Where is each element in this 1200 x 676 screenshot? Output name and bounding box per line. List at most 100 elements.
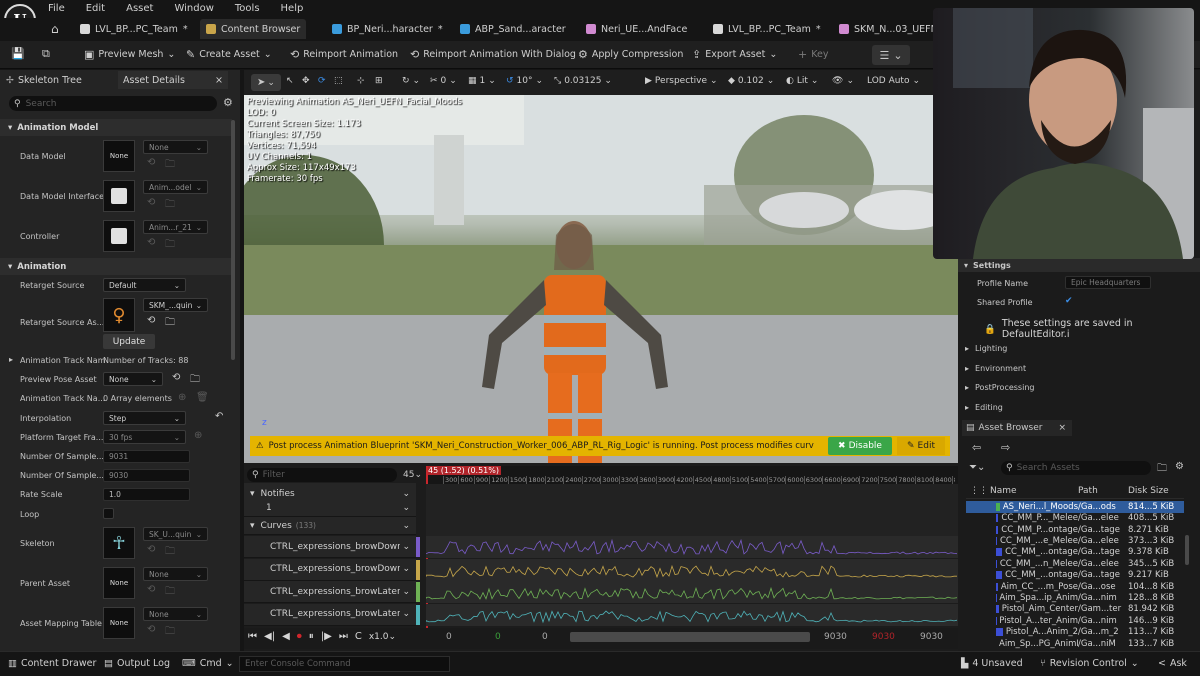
- content-drawer-button[interactable]: ▥ Content Drawer: [8, 658, 96, 669]
- skeleton-combo[interactable]: SK_U...quin ⌄: [143, 527, 208, 541]
- doc-tab-abp-sand[interactable]: ABP_Sand...aracter: [454, 19, 572, 39]
- browse-folder-icon[interactable]: 🗀: [165, 197, 175, 214]
- curve-track[interactable]: CTRL_expressions_browDown ⌄: [244, 536, 416, 558]
- asset-list-item[interactable]: Pistol_Aim_Center/Gam...ter 81.942 KiB: [966, 604, 1184, 616]
- reset-arrow-icon[interactable]: ⟲: [147, 624, 155, 635]
- details-search-input[interactable]: ⚲ Search: [9, 96, 217, 111]
- group-postprocessing[interactable]: ▸ PostProcessing: [965, 378, 1034, 398]
- dmi-thumbnail[interactable]: [103, 180, 135, 212]
- loop-icon[interactable]: C: [355, 631, 362, 642]
- working-range-end[interactable]: 9030: [872, 632, 895, 642]
- doc-tab-skm-neri[interactable]: SKM_N...03_UEFN: [833, 19, 944, 39]
- doc-tab-neri-face[interactable]: Neri_UE...AndFace: [580, 19, 693, 39]
- select-mode-button[interactable]: ➤ ⌄: [251, 74, 281, 91]
- grid-snap-button[interactable]: ✂ 0 ⌄: [430, 76, 457, 86]
- cmd-button[interactable]: ⌨ Cmd ⌄: [182, 658, 234, 669]
- select-arrow-icon[interactable]: ↖: [286, 76, 294, 86]
- asset-list-item[interactable]: Aim_Spa...ip_Anim/Ga...nim 128...8 KiB: [966, 592, 1184, 604]
- dmi-combo[interactable]: Anim...odel ⌄: [143, 180, 208, 194]
- menu-asset[interactable]: Asset: [126, 3, 153, 14]
- tab-skeleton-tree[interactable]: ✢ Skeleton Tree: [6, 71, 82, 89]
- platform-target-combo[interactable]: 30 fps ⌄: [103, 430, 186, 444]
- data-model-thumbnail[interactable]: None: [103, 140, 135, 172]
- play-reverse-icon[interactable]: ◀: [282, 631, 290, 642]
- close-icon[interactable]: ×: [1058, 423, 1066, 433]
- section-animation-model[interactable]: ▾ Animation Model: [0, 119, 232, 136]
- reset-arrow-icon[interactable]: ⟲: [147, 315, 155, 326]
- update-button[interactable]: Update: [103, 334, 155, 349]
- folder-icon[interactable]: 🗀: [1157, 461, 1167, 478]
- frame-count[interactable]: 45⌄: [403, 470, 422, 480]
- filter-icon[interactable]: ⏷⌄: [969, 462, 985, 473]
- skip-to-start-icon[interactable]: ⏮: [248, 631, 257, 642]
- settings-header[interactable]: ▾ Settings: [958, 258, 1200, 272]
- asset-list-scrollbar[interactable]: [1185, 535, 1189, 565]
- timeline-filter-input[interactable]: ⚲ Filter: [247, 468, 397, 482]
- add-element-icon[interactable]: ⊕: [194, 430, 202, 441]
- browse-icon[interactable]: ⧉: [42, 47, 50, 61]
- range-start[interactable]: 0: [446, 632, 452, 642]
- asset-list-item[interactable]: CC_MM_...ontage/Ga...tage 9.217 KiB: [966, 569, 1184, 581]
- playhead-label[interactable]: 45 (1.52) (0.51%): [426, 466, 501, 475]
- menu-tools[interactable]: Tools: [235, 3, 260, 14]
- create-asset-button[interactable]: ✎ Create Asset ⌄: [186, 48, 272, 61]
- reset-arrow-icon[interactable]: ⟲: [147, 237, 155, 248]
- asset-list-item[interactable]: Aim_CC_...m_Pose/Ga...ose 104...8 KiB: [966, 581, 1184, 593]
- reset-arrow-icon[interactable]: ⟲: [172, 372, 180, 383]
- playback-speed[interactable]: x1.0⌄: [369, 632, 396, 642]
- reset-arrow-icon[interactable]: ⟲: [147, 544, 155, 555]
- asset-list-item[interactable]: AS_Neri...l_Moods/Ga...ods 814...5 KiB: [966, 501, 1184, 513]
- browse-folder-icon[interactable]: 🗀: [165, 624, 175, 641]
- view-range-end[interactable]: 9030: [824, 632, 847, 642]
- skip-to-end-icon[interactable]: ⏭: [339, 631, 348, 642]
- doc-tab-level-1[interactable]: LVL_BP...PC_Team *: [74, 19, 194, 39]
- forward-arrow-icon[interactable]: ⇨: [1001, 441, 1010, 454]
- curve-lane[interactable]: [426, 603, 958, 626]
- parent-asset-thumbnail[interactable]: None: [103, 567, 135, 599]
- group-environment[interactable]: ▸ Environment: [965, 359, 1034, 379]
- reimport-with-dialog-button[interactable]: ⟲ Reimport Animation With Dialog: [410, 48, 576, 61]
- doc-tab-level-2[interactable]: LVL_BP...PC_Team *: [707, 19, 827, 39]
- asset-list-item[interactable]: CC_MM_P...ontage/Ga...tage 8.271 KiB: [966, 524, 1184, 536]
- coordinate-space-icon[interactable]: ⊹: [357, 76, 365, 86]
- tab-asset-details[interactable]: Asset Details ×: [118, 71, 228, 89]
- apply-compression-button[interactable]: ⚙ Apply Compression: [578, 48, 683, 61]
- reimport-animation-button[interactable]: ⟲ Reimport Animation: [290, 48, 398, 61]
- section-animation[interactable]: ▾ Animation: [0, 258, 232, 275]
- rotation-snap-button[interactable]: ↻ ⌄: [402, 76, 420, 86]
- close-icon[interactable]: ×: [215, 75, 223, 86]
- curve-track[interactable]: CTRL_expressions_browLatera ⌄: [244, 603, 416, 626]
- browse-folder-icon[interactable]: 🗀: [165, 237, 175, 254]
- details-scrollbar[interactable]: [231, 120, 235, 360]
- parent-asset-combo[interactable]: None ⌄: [143, 567, 208, 581]
- console-command-input[interactable]: Enter Console Command: [239, 656, 450, 672]
- perspective-button[interactable]: ▶ Perspective ⌄: [645, 76, 718, 86]
- browse-folder-icon[interactable]: 🗀: [165, 315, 175, 332]
- export-asset-button[interactable]: ⇪ Export Asset ⌄: [692, 48, 777, 61]
- key-button[interactable]: + Key: [798, 48, 828, 61]
- controller-combo[interactable]: Anim...r_21 ⌄: [143, 220, 208, 234]
- scale-snap-button[interactable]: ⤡ 0.03125 ⌄: [554, 76, 612, 86]
- back-arrow-icon[interactable]: ⇦: [972, 441, 981, 454]
- lod-button[interactable]: LOD Auto ⌄: [867, 76, 920, 86]
- browse-folder-icon[interactable]: 🗀: [165, 157, 175, 174]
- retarget-source-combo[interactable]: Default ⌄: [103, 278, 186, 292]
- home-icon[interactable]: ⌂: [51, 22, 59, 36]
- col-path[interactable]: Path: [1078, 486, 1128, 496]
- notifies-lane[interactable]: [426, 484, 958, 536]
- ask-button[interactable]: < Ask: [1158, 658, 1187, 669]
- timeline-scrollbar[interactable]: [570, 632, 810, 642]
- pause-icon[interactable]: ⏸: [309, 631, 314, 642]
- asset-list-item[interactable]: CC_MM_...ontage/Ga...tage 9.378 KiB: [966, 547, 1184, 559]
- view-range-start[interactable]: 0: [542, 632, 548, 642]
- edit-button[interactable]: ✎ Edit: [897, 437, 945, 455]
- doc-tab-content-browser[interactable]: Content Browser: [200, 19, 307, 39]
- data-model-combo[interactable]: None ⌄: [143, 140, 208, 154]
- menu-file[interactable]: File: [48, 3, 65, 14]
- translate-icon[interactable]: ✥: [302, 76, 310, 86]
- toolbar-options-button[interactable]: ☰ ⌄: [872, 45, 910, 65]
- reset-arrow-icon[interactable]: ⟲: [147, 197, 155, 208]
- grid-size-button[interactable]: ▦ 1 ⌄: [468, 76, 496, 86]
- asset-mapping-thumbnail[interactable]: None: [103, 607, 135, 639]
- retarget-asset-thumbnail[interactable]: ♀: [103, 298, 135, 332]
